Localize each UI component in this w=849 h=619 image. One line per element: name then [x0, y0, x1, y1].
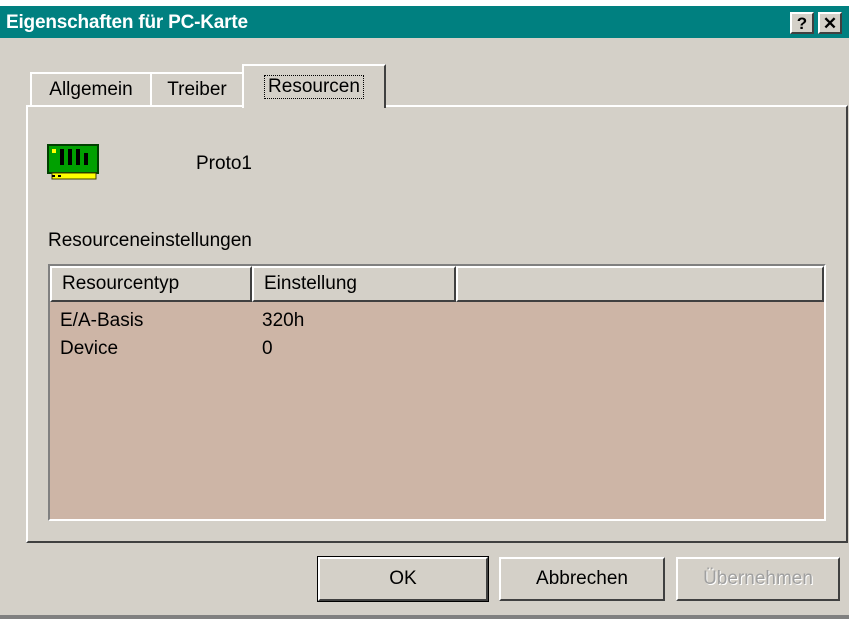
pc-card-icon — [47, 144, 99, 180]
ok-button[interactable]: OK — [317, 556, 489, 602]
device-name: Proto1 — [196, 153, 252, 174]
resource-settings-label: Resourceneinstellungen — [48, 230, 252, 251]
tab-allgemein[interactable]: Allgemein — [30, 72, 152, 106]
tab-treiber[interactable]: Treiber — [150, 72, 244, 106]
apply-button[interactable]: Übernehmen — [676, 557, 840, 601]
resource-type: Device — [60, 338, 119, 359]
window-bottom-edge — [0, 615, 849, 619]
tab-label: Treiber — [167, 79, 227, 100]
tab-label: Allgemein — [49, 79, 133, 100]
close-button[interactable]: ✕ — [818, 12, 842, 34]
column-header-empty[interactable] — [456, 266, 824, 302]
tab-label: Resourcen — [264, 75, 364, 99]
resource-setting: 0 — [262, 338, 273, 359]
cancel-button[interactable]: Abbrechen — [499, 557, 665, 601]
resource-setting: 320h — [262, 310, 305, 331]
column-header-einstellung[interactable]: Einstellung — [252, 266, 456, 302]
list-header: Resourcentyp Einstellung — [50, 266, 824, 302]
window-title: Eigenschaften für PC-Karte — [6, 12, 248, 33]
resource-type: E/A-Basis — [60, 310, 144, 331]
column-header-resourcentyp[interactable]: Resourcentyp — [50, 266, 252, 302]
help-button[interactable]: ? — [790, 12, 814, 34]
resource-list[interactable]: Resourcentyp Einstellung E/A-Basis 320h … — [48, 264, 826, 521]
title-bar[interactable]: Eigenschaften für PC-Karte ? ✕ — [0, 0, 849, 38]
tab-resourcen[interactable]: Resourcen — [242, 64, 386, 108]
